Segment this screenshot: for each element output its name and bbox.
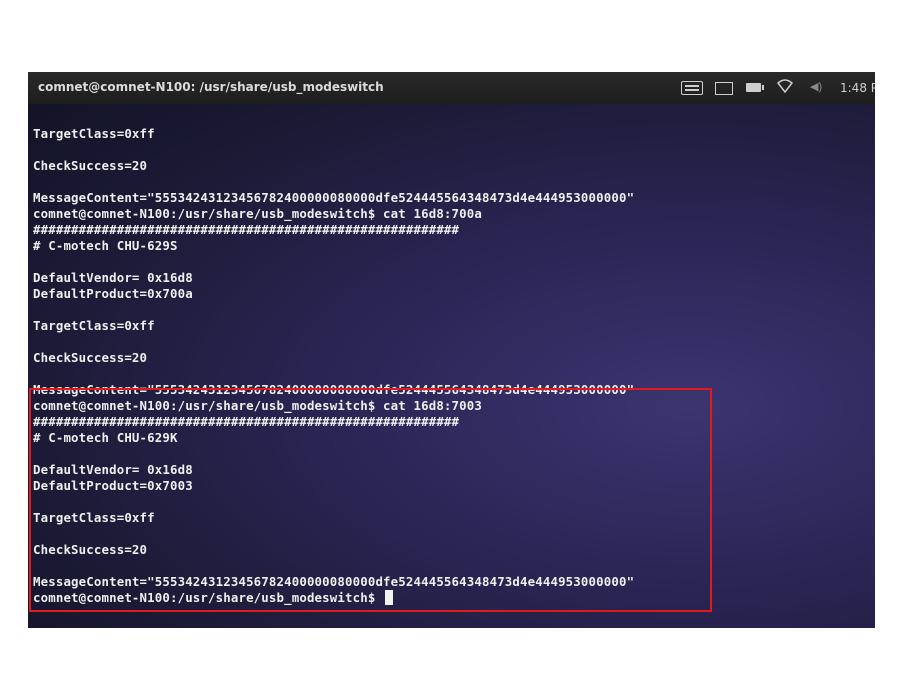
desktop-screen: comnet@comnet-N100: /usr/share/usb_modes… xyxy=(28,72,875,628)
terminal-line: DefaultVendor= 0x16d8 xyxy=(33,270,193,285)
clock[interactable]: 1:48 PM xyxy=(840,81,875,96)
wifi-icon[interactable] xyxy=(776,79,794,96)
terminal-line: # C-motech CHU-629K xyxy=(33,430,178,445)
terminal-line: comnet@comnet-N100:/usr/share/usb_modesw… xyxy=(33,590,863,606)
window-title: comnet@comnet-N100: /usr/share/usb_modes… xyxy=(38,80,384,94)
terminal-line: TargetClass=0xff xyxy=(33,318,155,333)
mail-icon[interactable] xyxy=(715,82,733,95)
keyboard-icon[interactable] xyxy=(681,81,703,95)
terminal-line: DefaultVendor= 0x16d8 xyxy=(33,462,193,477)
terminal-line: MessageContent="555342431234567824000000… xyxy=(33,382,635,397)
terminal-line: CheckSuccess=20 xyxy=(33,158,148,173)
volume-icon[interactable]: ◀) xyxy=(810,80,822,95)
top-panel: comnet@comnet-N100: /usr/share/usb_modes… xyxy=(28,72,875,104)
terminal-line: TargetClass=0xff xyxy=(33,510,155,525)
terminal-line: TargetClass=0xff xyxy=(33,126,155,141)
terminal-line: MessageContent="555342431234567824000000… xyxy=(33,574,635,589)
terminal-cursor xyxy=(385,590,394,605)
terminal-line: # C-motech CHU-629S xyxy=(33,238,178,253)
terminal-line: DefaultProduct=0x700a xyxy=(33,286,193,301)
terminal-output[interactable]: TargetClass=0xff CheckSuccess=20 MessageCo… xyxy=(33,110,863,606)
terminal-line: ########################################… xyxy=(33,222,460,237)
terminal-line: DefaultProduct=0x7003 xyxy=(33,478,193,493)
terminal-line: CheckSuccess=20 xyxy=(33,350,148,365)
battery-icon[interactable] xyxy=(746,83,764,92)
terminal-line: CheckSuccess=20 xyxy=(33,542,148,557)
terminal-line: MessageContent="555342431234567824000000… xyxy=(33,190,635,205)
terminal-line: ########################################… xyxy=(33,414,460,429)
terminal-line: comnet@comnet-N100:/usr/share/usb_modesw… xyxy=(33,398,482,413)
terminal-line: comnet@comnet-N100:/usr/share/usb_modesw… xyxy=(33,206,482,221)
